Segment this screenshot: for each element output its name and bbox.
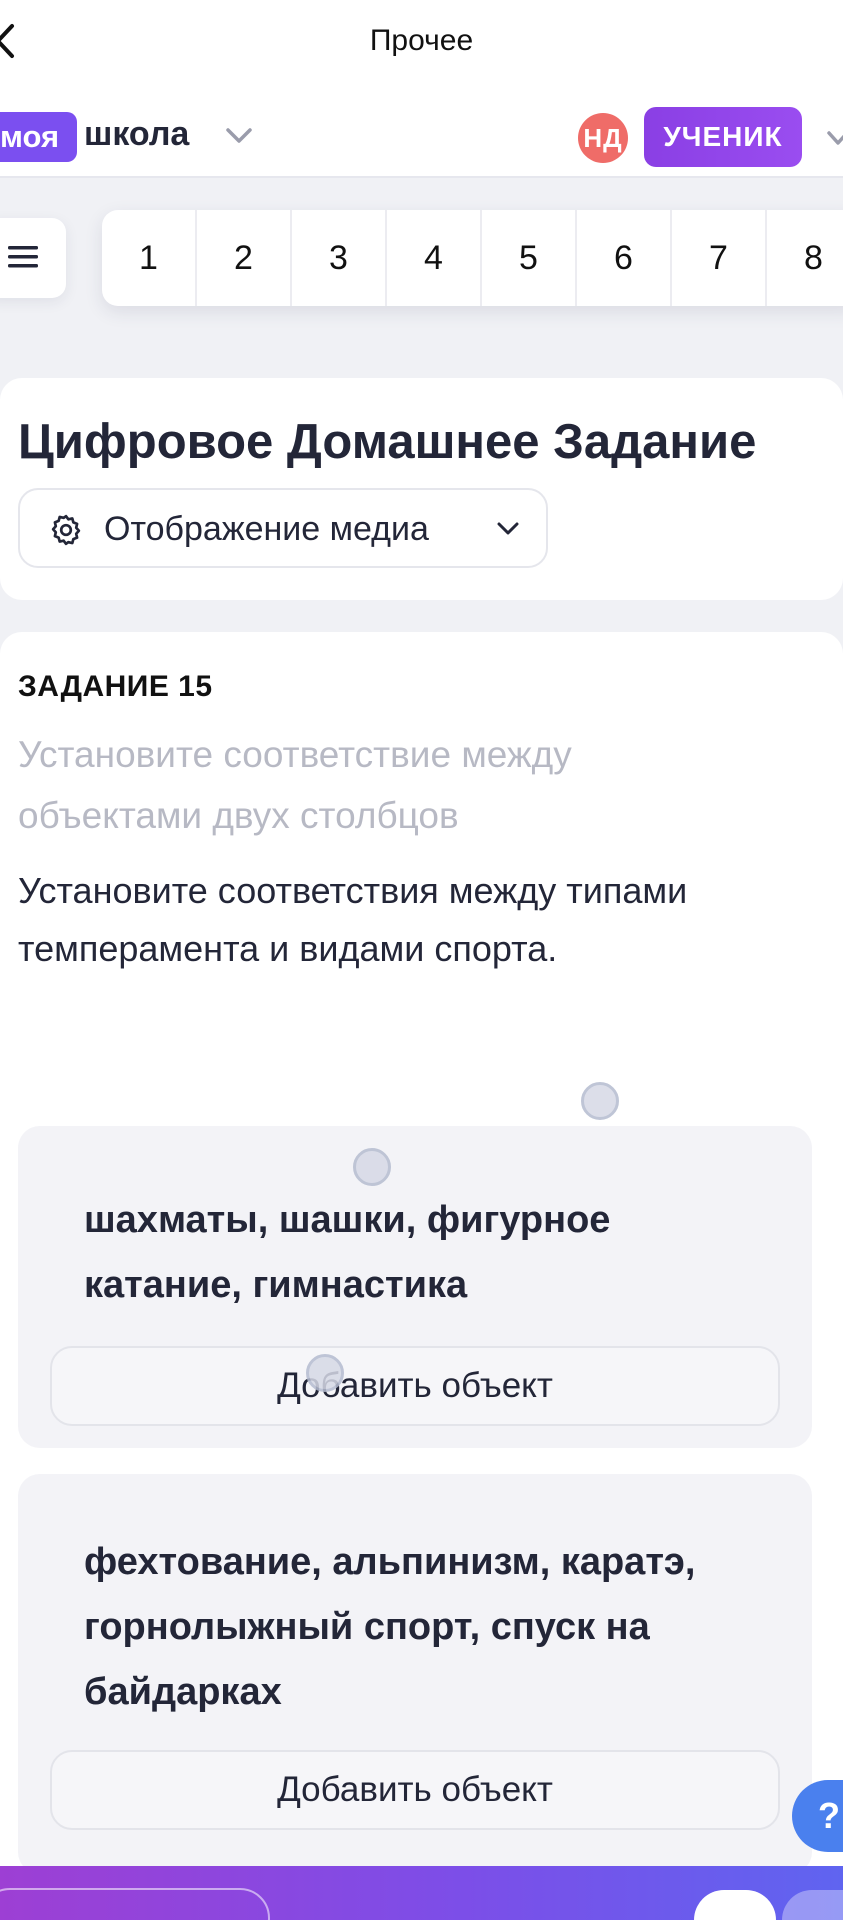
- bottom-next-button[interactable]: [782, 1890, 843, 1920]
- role-badge[interactable]: УЧЕНИК: [644, 107, 802, 167]
- gear-icon: [51, 514, 81, 546]
- task-number-4[interactable]: 4: [387, 210, 482, 306]
- task-number-heading: ЗАДАНИЕ 15: [18, 670, 213, 703]
- title-card: Цифровое Домашнее Задание Отображение ме…: [0, 378, 843, 600]
- task-number-6[interactable]: 6: [577, 210, 672, 306]
- task-type-subtitle: Установите соответствие между объектами …: [18, 734, 572, 836]
- media-display-label: Отображение медиа: [104, 510, 429, 548]
- brand-logo-pill[interactable]: моя: [0, 112, 78, 162]
- nav-title: Прочее: [369, 24, 474, 57]
- task-number-1[interactable]: 1: [102, 210, 197, 306]
- task-number-2[interactable]: 2: [197, 210, 292, 306]
- add-object-button[interactable]: Добавить объект: [50, 1346, 780, 1426]
- page-title: Цифровое Домашнее Задание: [18, 415, 757, 469]
- top-navigation: Прочее: [0, 0, 843, 82]
- add-object-button[interactable]: Добавить объект: [50, 1750, 780, 1830]
- bottom-pill-button[interactable]: [0, 1888, 270, 1920]
- bottom-round-button[interactable]: [694, 1890, 776, 1920]
- task-number-3[interactable]: 3: [292, 210, 387, 306]
- menu-button[interactable]: [0, 218, 66, 298]
- task-card: ЗАДАНИЕ 15 Установите соответствие между…: [0, 632, 843, 1892]
- drag-handle-dot[interactable]: [353, 1148, 391, 1186]
- brand-logo-word[interactable]: школа: [84, 115, 189, 154]
- chevron-down-icon: [497, 522, 519, 535]
- school-header: моя школа НД УЧЕНИК: [0, 82, 843, 178]
- match-target-box[interactable]: фехтование, альпинизм, каратэ, горнолыжн…: [18, 1474, 812, 1874]
- user-avatar[interactable]: НД: [578, 113, 628, 163]
- hamburger-menu-icon: [8, 246, 38, 268]
- task-number-5[interactable]: 5: [482, 210, 577, 306]
- drag-handle-dot[interactable]: [581, 1082, 619, 1120]
- bottom-action-bar: [0, 1866, 843, 1920]
- drag-handle-dot[interactable]: [306, 1354, 344, 1392]
- task-number-bar: 1 2 3 4 5 6 7 8: [102, 210, 843, 306]
- match-target-label: шахматы, шашки, фигурное катание, гимнас…: [84, 1199, 611, 1306]
- task-number-8[interactable]: 8: [767, 210, 843, 306]
- media-display-button[interactable]: Отображение медиа: [18, 488, 548, 568]
- match-target-box[interactable]: шахматы, шашки, фигурное катание, гимнас…: [18, 1126, 812, 1448]
- chevron-down-icon[interactable]: [224, 126, 254, 146]
- screen: Прочее моя школа НД УЧЕНИК 1 2 3 4 5 6 7…: [0, 0, 843, 1920]
- profile-chevron-down-icon[interactable]: [826, 130, 843, 148]
- match-target-label: фехтование, альпинизм, каратэ, горнолыжн…: [84, 1541, 696, 1713]
- task-question-text: Установите соответствия между типами тем…: [18, 870, 688, 969]
- task-number-7[interactable]: 7: [672, 210, 767, 306]
